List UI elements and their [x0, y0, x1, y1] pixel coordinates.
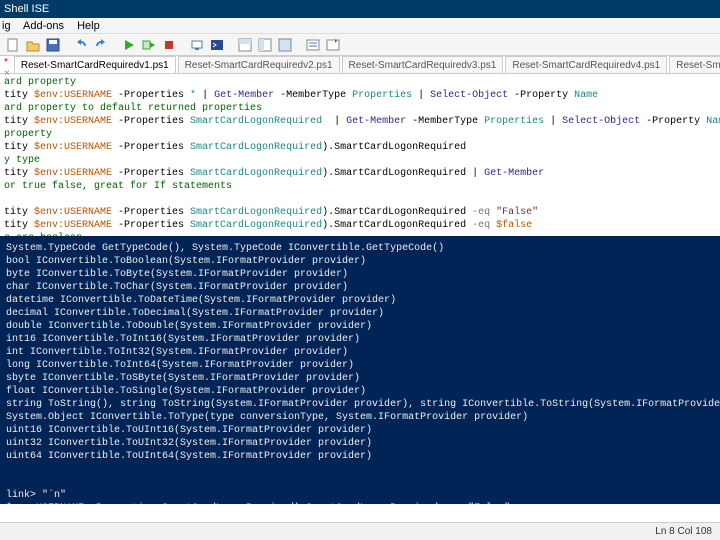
undo-icon[interactable]: [72, 36, 90, 54]
save-icon[interactable]: [44, 36, 62, 54]
tab-v2[interactable]: Reset-SmartCardRequiredv2.ps1: [178, 56, 340, 73]
menu-item-addons[interactable]: Add-ons: [23, 20, 64, 32]
show-command-icon[interactable]: [304, 36, 322, 54]
powershell-icon[interactable]: [208, 36, 226, 54]
toolbar: [0, 34, 720, 56]
script-tab-row: * × Reset-SmartCardRequiredv1.ps1 Reset-…: [0, 56, 720, 74]
stop-icon[interactable]: [160, 36, 178, 54]
menu-bar: ig Add-ons Help: [0, 18, 720, 34]
toolbar-separator: [228, 36, 234, 54]
tab-v4[interactable]: Reset-SmartCardRequiredv4.ps1: [505, 56, 667, 73]
toolbar-separator: [64, 36, 70, 54]
tab-label: Reset-SmartCardRequiredv5.ps1: [676, 60, 720, 71]
new-remote-icon[interactable]: [188, 36, 206, 54]
redo-icon[interactable]: [92, 36, 110, 54]
run-selection-icon[interactable]: [140, 36, 158, 54]
layout-full-icon[interactable]: [276, 36, 294, 54]
console-pane[interactable]: System.TypeCode GetTypeCode(), System.Ty…: [0, 236, 720, 504]
layout-side-icon[interactable]: [256, 36, 274, 54]
window-titlebar: Shell ISE: [0, 0, 720, 18]
toolbar-separator: [180, 36, 186, 54]
window-title: Shell ISE: [4, 3, 49, 15]
toolbar-separator: [296, 36, 302, 54]
run-icon[interactable]: [120, 36, 138, 54]
open-file-icon[interactable]: [24, 36, 42, 54]
menu-item-help[interactable]: Help: [77, 20, 100, 32]
tab-v5[interactable]: Reset-SmartCardRequiredv5.ps1: [669, 56, 720, 73]
status-bar: Ln 8 Col 108: [0, 522, 720, 540]
tab-v1[interactable]: Reset-SmartCardRequiredv1.ps1: [14, 56, 176, 73]
tab-label: Reset-SmartCardRequiredv1.ps1: [21, 60, 169, 71]
menu-item[interactable]: ig: [2, 20, 11, 32]
command-addon-icon[interactable]: [324, 36, 342, 54]
layout-top-icon[interactable]: [236, 36, 254, 54]
tab-star: * ×: [0, 56, 14, 73]
toolbar-separator: [112, 36, 118, 54]
new-file-icon[interactable]: [4, 36, 22, 54]
script-editor[interactable]: ard property tity $env:USERNAME -Propert…: [0, 74, 720, 236]
tab-label: Reset-SmartCardRequiredv2.ps1: [185, 60, 333, 71]
cursor-position: Ln 8 Col 108: [655, 526, 712, 537]
tab-v3[interactable]: Reset-SmartCardRequiredv3.ps1: [342, 56, 504, 73]
tab-label: Reset-SmartCardRequiredv4.ps1: [512, 60, 660, 71]
tab-label: Reset-SmartCardRequiredv3.ps1: [349, 60, 497, 71]
